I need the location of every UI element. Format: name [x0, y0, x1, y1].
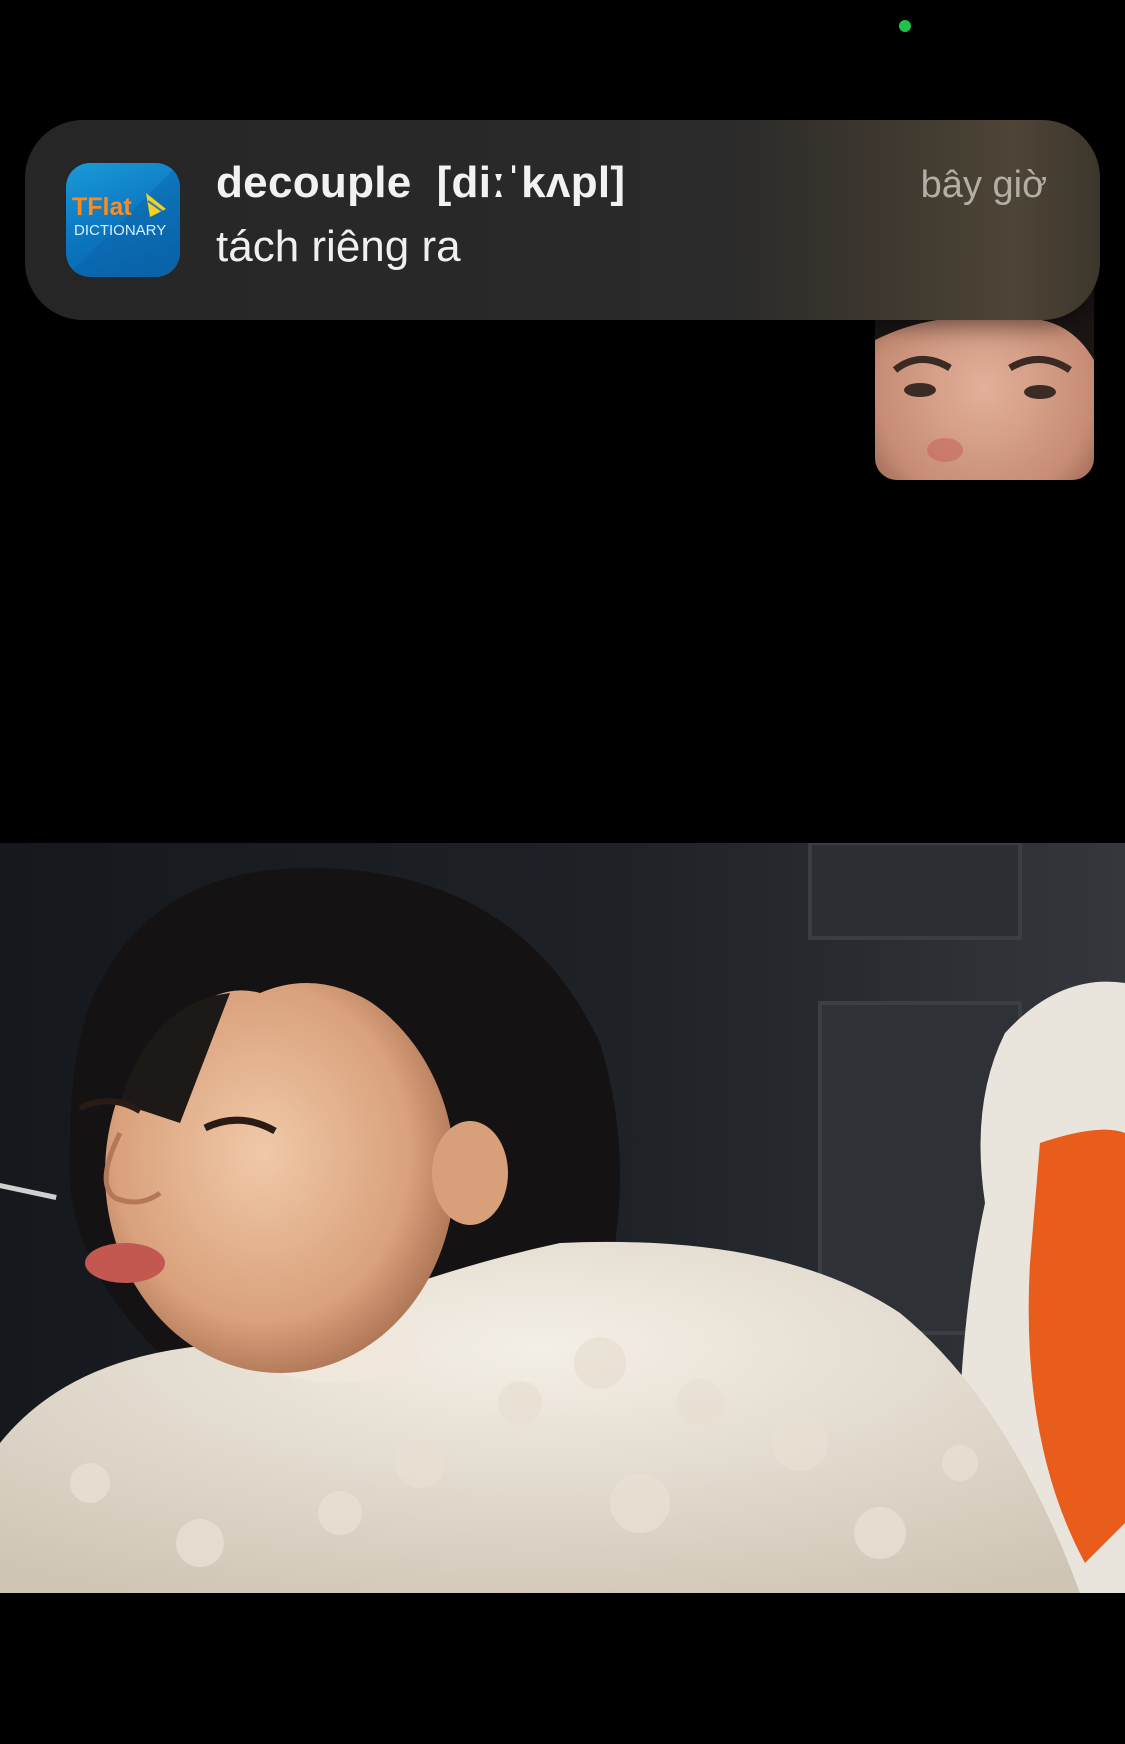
notification-title: decouple [diːˈkʌpl]	[216, 158, 626, 207]
dictionary-notification-banner[interactable]: TFlat DICTIONARY decouple [diːˈkʌpl] tác…	[25, 120, 1100, 320]
camera-in-use-indicator	[899, 20, 911, 32]
tflat-dictionary-icon: TFlat DICTIONARY	[66, 163, 180, 277]
icon-text-primary: TFlat	[72, 193, 132, 221]
notification-body: tách riêng ra	[216, 222, 461, 271]
video-call-screen: TFlat DICTIONARY decouple [diːˈkʌpl] tác…	[0, 0, 1125, 1744]
icon-text-secondary: DICTIONARY	[74, 222, 166, 239]
remote-participant-video[interactable]	[0, 843, 1125, 1593]
notification-timestamp: bây giờ	[920, 164, 1047, 206]
remote-video-image	[0, 843, 1125, 1593]
